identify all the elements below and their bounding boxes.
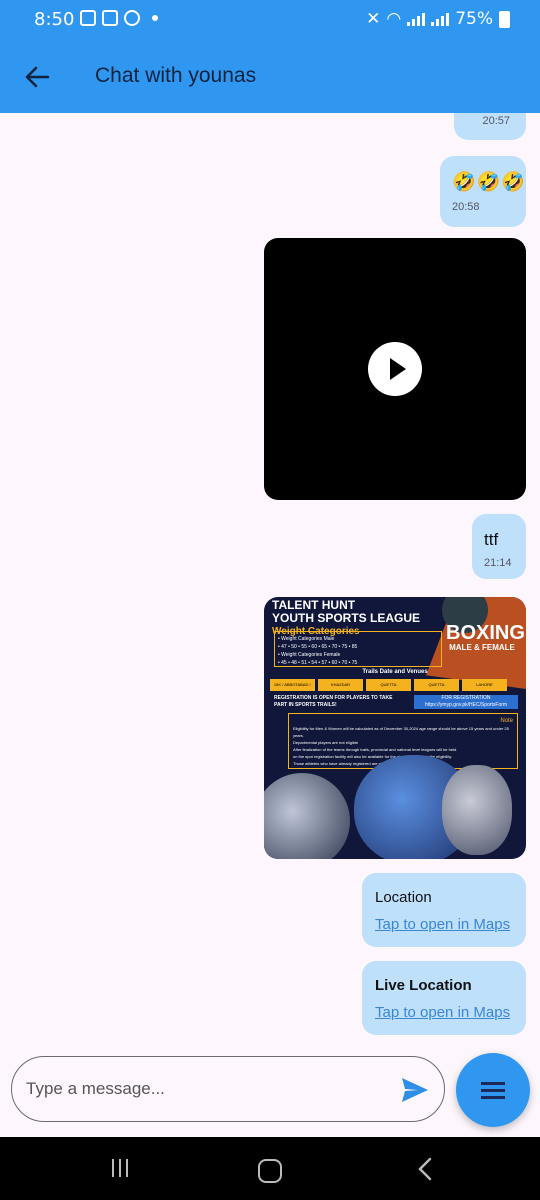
poster-venue: QUETTA bbox=[414, 679, 459, 691]
poster-note-title: Note bbox=[500, 718, 513, 724]
mute-icon: ✕ bbox=[366, 9, 381, 29]
top-bar: 8:50 ✕ ◠ 75% Chat with younas bbox=[0, 0, 540, 113]
poster-venue: DIK / ABBOTABAD / TURBAT bbox=[270, 679, 315, 699]
recent-apps-icon[interactable] bbox=[106, 1155, 136, 1183]
instagram-notification-icon bbox=[102, 10, 118, 26]
poster-link: FOR REGISTRATION https://ymyp.gov.pk/HEC… bbox=[414, 695, 518, 709]
system-status: ✕ ◠ 75% bbox=[366, 9, 510, 29]
open-maps-link[interactable]: Tap to open in Maps bbox=[375, 916, 510, 933]
poster-registration: REGISTRATION IS OPEN FOR PLAYERS TO TAKE… bbox=[274, 695, 393, 708]
poster-venue: KHAZDAR bbox=[318, 679, 363, 691]
poster-link-label: FOR REGISTRATION bbox=[441, 695, 491, 701]
poster-female-values: • 45 • 48 • 51 • 54 • 57 • 60 • 70 • 75 bbox=[278, 660, 358, 666]
message-list[interactable]: 20:57 🤣🤣🤣 20:58 ttf 21:14 TALENT HUNT YO… bbox=[0, 113, 540, 1036]
battery-percent: 75% bbox=[455, 9, 493, 29]
message-bubble[interactable]: 🤣🤣🤣 20:58 bbox=[440, 156, 526, 227]
message-time: 20:57 bbox=[482, 115, 510, 127]
message-input[interactable] bbox=[26, 1073, 386, 1105]
arrow-left-icon[interactable] bbox=[20, 60, 54, 94]
poster-note-item: Departmental players are not eligible bbox=[293, 740, 359, 745]
notification-icons bbox=[80, 10, 158, 26]
message-composer bbox=[11, 1056, 445, 1122]
video-message[interactable] bbox=[264, 238, 526, 500]
poster-glove-graphic bbox=[442, 765, 512, 855]
gallery-notification-icon bbox=[80, 10, 96, 26]
poster-note-item: Eligibility for Men & Women will be calc… bbox=[293, 726, 509, 738]
poster-title-line2: YOUTH SPORTS LEAGUE bbox=[272, 611, 421, 625]
signal-1-icon bbox=[407, 12, 426, 26]
message-text: 🤣🤣🤣 bbox=[452, 172, 526, 193]
whatsapp-notification-icon bbox=[124, 10, 140, 26]
poster-sport-sub: MALE & FEMALE bbox=[449, 643, 515, 652]
poster-glove-graphic bbox=[264, 773, 350, 859]
message-time: 21:14 bbox=[484, 557, 512, 569]
signal-2-icon bbox=[431, 12, 450, 26]
message-text: ttf bbox=[484, 530, 499, 549]
send-icon[interactable] bbox=[400, 1076, 430, 1104]
home-icon[interactable] bbox=[258, 1159, 282, 1183]
battery-icon bbox=[499, 10, 510, 28]
live-location-message[interactable]: Live Location Tap to open in Maps bbox=[362, 961, 526, 1035]
menu-icon bbox=[481, 1082, 505, 1085]
poster-trails: Trails Date and Venues bbox=[362, 669, 428, 675]
message-bubble[interactable]: 20:57 bbox=[454, 113, 526, 140]
status-bar: 8:50 ✕ ◠ 75% bbox=[0, 0, 540, 40]
location-title: Location bbox=[375, 889, 432, 906]
image-message[interactable]: TALENT HUNT YOUTH SPORTS LEAGUE Weight C… bbox=[264, 597, 526, 859]
play-icon[interactable] bbox=[368, 342, 422, 396]
poster-link-url: https://ymyp.gov.pk/HEC/SportsForm bbox=[424, 702, 508, 708]
poster-sport-title: BOXING bbox=[446, 622, 525, 644]
back-nav-icon[interactable] bbox=[412, 1155, 442, 1183]
message-time: 20:58 bbox=[452, 201, 480, 213]
app-bar: Chat with younas bbox=[0, 40, 540, 113]
poster-female-label: • Weight Categories Female bbox=[278, 652, 341, 658]
more-notifications-icon bbox=[152, 15, 158, 21]
message-bubble[interactable]: ttf 21:14 bbox=[472, 514, 526, 579]
poster-venue: QUETTA bbox=[366, 679, 411, 691]
location-message[interactable]: Location Tap to open in Maps bbox=[362, 873, 526, 947]
poster-sport: BOXING MALE & FEMALE bbox=[446, 623, 525, 663]
status-time: 8:50 bbox=[34, 9, 75, 30]
poster-venues: DIK / ABBOTABAD / TURBAT KHAZDAR QUETTA … bbox=[270, 679, 507, 699]
open-maps-link[interactable]: Tap to open in Maps bbox=[375, 1004, 510, 1021]
menu-fab-button[interactable] bbox=[456, 1053, 530, 1127]
poster-male-values: • 47 • 50 • 55 • 60 • 65 • 70 • 75 • 85 bbox=[278, 644, 358, 650]
poster-male-label: • Weight Categories Male bbox=[278, 636, 335, 642]
menu-icon bbox=[481, 1089, 505, 1092]
system-navigation-bar bbox=[0, 1137, 540, 1200]
poster-venue: LAHORE bbox=[462, 679, 507, 691]
poster-note-item: After finalization of the teams through … bbox=[293, 747, 458, 752]
poster-weights: • Weight Categories Male • 47 • 50 • 55 … bbox=[274, 631, 442, 667]
page-title: Chat with younas bbox=[95, 64, 257, 87]
menu-icon bbox=[481, 1096, 505, 1099]
wifi-icon: ◠ bbox=[386, 9, 402, 29]
location-title: Live Location bbox=[375, 977, 472, 994]
